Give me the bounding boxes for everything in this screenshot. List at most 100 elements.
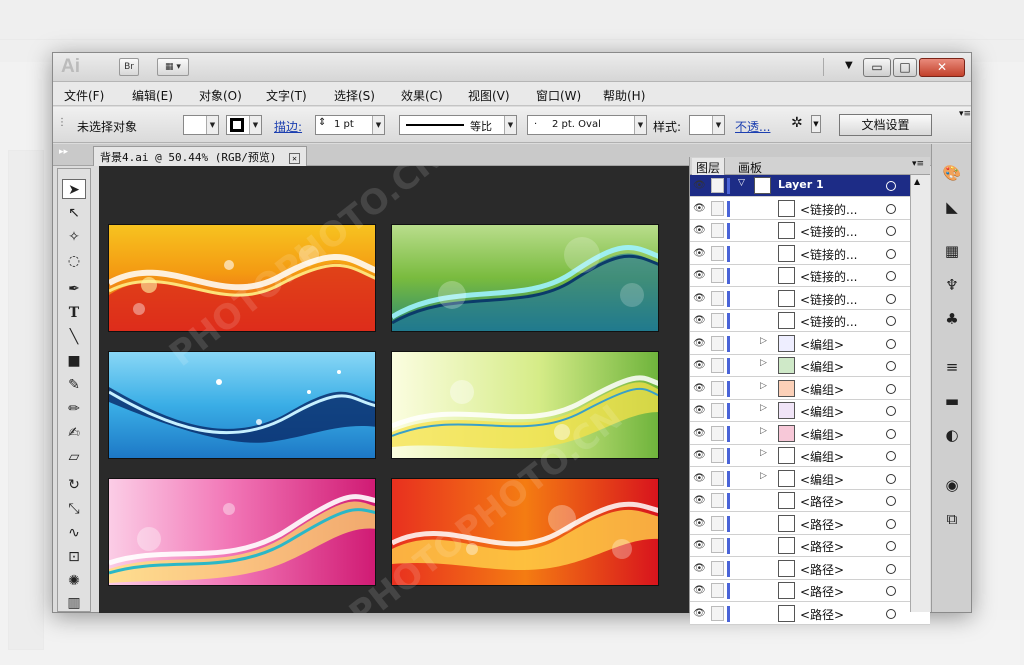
lock-toggle[interactable]	[711, 425, 724, 441]
menu-window[interactable]: 窗口(W)	[533, 85, 584, 106]
target-circle-icon[interactable]	[886, 608, 896, 619]
visibility-eye-icon[interactable]: 👁	[693, 428, 707, 439]
menu-effect[interactable]: 效果(C)	[398, 85, 446, 106]
target-circle-icon[interactable]	[886, 518, 896, 529]
layer-row[interactable]: 👁 ▽ Layer 1	[690, 175, 930, 197]
sublayer-row[interactable]: 👁 ▷ <编组>	[690, 355, 930, 377]
artboard-orange-wave[interactable]	[108, 224, 376, 332]
lock-toggle[interactable]	[711, 515, 724, 531]
sublayer-row[interactable]: 👁 <路径>	[690, 490, 930, 512]
sublayer-row[interactable]: 👁 <链接的...	[690, 265, 930, 287]
opacity-link[interactable]: 不透...	[735, 118, 770, 135]
recolor-artwork-icon[interactable]: ✲	[791, 115, 803, 131]
brush-dropdown[interactable]: · 2 pt. Oval ▼	[527, 115, 647, 135]
pencil-tool-icon[interactable]: ✏	[62, 399, 86, 419]
sublayer-row[interactable]: 👁 <路径>	[690, 602, 930, 625]
target-circle-icon[interactable]	[886, 181, 896, 191]
visibility-eye-icon[interactable]: 👁	[693, 585, 707, 596]
selection-tool-icon[interactable]: ➤	[62, 179, 86, 199]
artboard-lime-wave[interactable]	[391, 351, 659, 459]
symbols-icon[interactable]: ♣	[941, 308, 963, 330]
visibility-eye-icon[interactable]: 👁	[693, 248, 707, 259]
restore-button[interactable]: □	[893, 58, 917, 77]
target-circle-icon[interactable]	[886, 248, 896, 259]
sublayer-row[interactable]: 👁 ▷ <编组>	[690, 422, 930, 445]
target-circle-icon[interactable]	[886, 428, 896, 439]
sublayer-row[interactable]: 👁 ▷ <编组>	[690, 332, 930, 355]
bridge-button[interactable]: Br	[119, 58, 139, 76]
target-circle-icon[interactable]	[886, 563, 896, 574]
swatches-icon[interactable]: ▦	[941, 240, 963, 262]
column-graph-tool-icon[interactable]: ▥	[62, 593, 86, 613]
menu-view[interactable]: 视图(V)	[465, 85, 513, 106]
stepper-icon[interactable]: ⇕	[318, 117, 326, 128]
menu-file[interactable]: 文件(F)	[61, 85, 107, 106]
sublayer-row[interactable]: 👁 <链接的...	[690, 287, 930, 310]
blob-brush-tool-icon[interactable]: ✍	[62, 423, 86, 443]
sublayer-row[interactable]: 👁 <链接的...	[690, 197, 930, 220]
visibility-eye-icon[interactable]: 👁	[693, 495, 707, 506]
expand-triangle-icon[interactable]: ▷	[760, 448, 767, 458]
sublayer-row[interactable]: 👁 <路径>	[690, 580, 930, 602]
fill-color-dropdown[interactable]: ▼	[183, 115, 219, 135]
paintbrush-tool-icon[interactable]: ✎	[62, 375, 86, 395]
lock-toggle[interactable]	[711, 493, 724, 508]
visibility-eye-icon[interactable]: 👁	[693, 473, 707, 484]
close-button[interactable]: ✕	[919, 58, 965, 77]
visibility-eye-icon[interactable]: 👁	[693, 270, 707, 281]
panel-menu-icon[interactable]: ▾≡	[912, 159, 924, 169]
menu-select[interactable]: 选择(S)	[331, 85, 378, 106]
artboard-blue-wave[interactable]	[108, 351, 376, 459]
visibility-eye-icon[interactable]: 👁	[693, 293, 707, 304]
target-circle-icon[interactable]	[886, 473, 896, 484]
lock-toggle[interactable]	[711, 245, 724, 261]
visibility-eye-icon[interactable]: 👁	[693, 608, 707, 619]
menu-type[interactable]: 文字(T)	[263, 85, 310, 106]
color-guide-icon[interactable]: ◣	[941, 196, 963, 218]
visibility-eye-icon[interactable]: 👁	[693, 563, 707, 574]
visibility-eye-icon[interactable]: 👁	[693, 315, 707, 326]
lock-toggle[interactable]	[711, 403, 724, 418]
stroke-icon[interactable]: ≡	[941, 356, 963, 378]
lock-toggle[interactable]	[711, 223, 724, 238]
visibility-eye-icon[interactable]: 👁	[693, 338, 707, 349]
expand-triangle-icon[interactable]: ▷	[760, 381, 767, 391]
sublayer-row[interactable]: 👁 <路径>	[690, 512, 930, 535]
workspace-dropdown-icon[interactable]: ▼	[845, 60, 853, 71]
artboard-green-wave[interactable]	[391, 224, 659, 332]
layers-scrollbar[interactable]: ▲	[910, 175, 930, 612]
lock-toggle[interactable]	[711, 538, 724, 553]
menu-edit[interactable]: 编辑(E)	[129, 85, 176, 106]
visibility-eye-icon[interactable]: 👁	[693, 203, 707, 214]
type-tool-icon[interactable]: T	[62, 303, 86, 323]
menu-help[interactable]: 帮助(H)	[600, 85, 648, 106]
expand-triangle-icon[interactable]: ▷	[760, 336, 767, 346]
lock-toggle[interactable]	[711, 200, 724, 216]
lock-toggle[interactable]	[711, 358, 724, 373]
visibility-eye-icon[interactable]: 👁	[693, 450, 707, 461]
lock-toggle[interactable]	[711, 335, 724, 351]
sublayer-row[interactable]: 👁 ▷ <编组>	[690, 445, 930, 467]
target-circle-icon[interactable]	[886, 361, 896, 371]
sublayer-row[interactable]: 👁 <路径>	[690, 535, 930, 557]
arrange-documents-button[interactable]: ▦ ▾	[157, 58, 189, 76]
canvas[interactable]: PHOTOPHOTO.CN PHOTOPHOTO.CN	[99, 166, 689, 613]
gradient-icon[interactable]: ▬	[941, 390, 963, 412]
lock-toggle[interactable]	[711, 178, 724, 193]
lock-toggle[interactable]	[711, 448, 724, 463]
artboard-red-wave[interactable]	[391, 478, 659, 586]
lock-toggle[interactable]	[711, 583, 724, 598]
visibility-eye-icon[interactable]: 👁	[693, 383, 707, 394]
artboard-pink-wave[interactable]	[108, 478, 376, 586]
target-circle-icon[interactable]	[886, 406, 896, 416]
rotate-tool-icon[interactable]: ↻	[62, 475, 86, 495]
expand-triangle-icon[interactable]: ▷	[760, 358, 767, 368]
panel-menu-icon[interactable]: ▾≡	[959, 109, 971, 119]
color-icon[interactable]: 🎨	[941, 162, 963, 184]
magic-wand-tool-icon[interactable]: ✧	[62, 227, 86, 247]
target-circle-icon[interactable]	[886, 226, 896, 236]
scroll-up-icon[interactable]: ▲	[914, 177, 920, 186]
lock-toggle[interactable]	[711, 605, 724, 621]
stroke-weight-field[interactable]: ⇕ 1 pt ▼	[315, 115, 385, 135]
target-circle-icon[interactable]	[886, 586, 896, 596]
